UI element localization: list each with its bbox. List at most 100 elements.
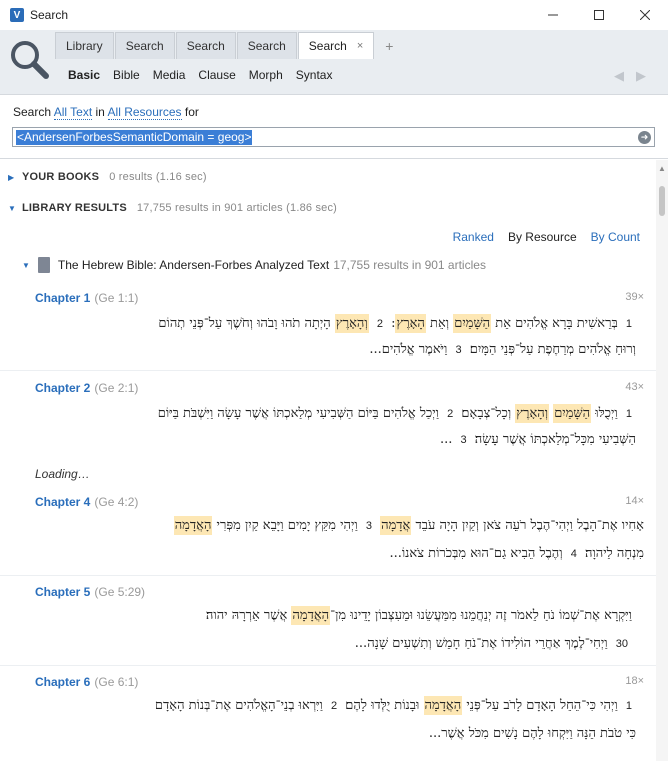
verse-text: וַיְהִי כִּי־הֵחֵל הָאָדָם לָרֹב עַל־פְּ… (462, 698, 622, 713)
verse-text: וַיִּרְאוּ בְנֵי־הָאֱלֹהִים אֶת־בְּנוֹת … (154, 698, 328, 713)
hebrew-line: כִּי טֹבֹת הֵנָּה וַיִּקְחוּ לָהֶם נָשִׁ… (16, 725, 636, 741)
search-query-text[interactable]: <AndersenForbesSemanticDomain = geog> (16, 130, 253, 145)
verse-number: 3 (455, 344, 462, 356)
results-pane: ▶ YOUR BOOKS 0 results (1.16 sec) ▼ LIBR… (0, 160, 668, 761)
hit-count: 39× (625, 291, 644, 303)
minimize-button[interactable] (530, 0, 576, 30)
verse-text: וַיְכַל אֱלֹהִים בַּיּוֹם הַשְּׁבִיעִי מ… (157, 406, 444, 421)
chapter-link[interactable]: Chapter 2 (Ge 2:1) (35, 381, 138, 395)
search-hit-highlight[interactable]: הַשָּׁמַיִם (453, 314, 492, 333)
scroll-thumb[interactable] (659, 186, 665, 216)
search-hit-highlight[interactable]: הָאֲדָמָה (423, 696, 463, 715)
search-hit-highlight[interactable]: הַשָּׁמַיִם (553, 404, 592, 423)
resource-scope-dropdown[interactable]: All Resources (107, 105, 182, 120)
book-icon (37, 257, 50, 273)
scroll-up-icon[interactable]: ▲ (658, 164, 666, 173)
resource-title[interactable]: The Hebrew Bible: Andersen-Forbes Analyz… (58, 258, 329, 272)
chapter-reference: (Ge 6:1) (94, 675, 139, 689)
maximize-button[interactable] (576, 0, 622, 30)
subtab-clause[interactable]: Clause (198, 68, 235, 82)
text-scope-dropdown[interactable]: All Text (53, 105, 93, 120)
panel-tabs: Library Search Search Search Search × + (55, 32, 403, 59)
tab-library[interactable]: Library (55, 32, 114, 59)
add-tab-button[interactable]: + (375, 32, 403, 59)
chapter-title: Chapter 2 (35, 381, 91, 395)
verse-text: וְרוּחַ אֱלֹהִים מְרַחֶפֶת עַל־פְּנֵי הַ… (465, 342, 636, 357)
results-scrollbar[interactable]: ▲ (656, 160, 668, 761)
subtab-bible[interactable]: Bible (113, 68, 140, 82)
hebrew-line: וְרוּחַ אֱלֹהִים מְרַחֶפֶת עַל־פְּנֵי הַ… (16, 341, 636, 357)
minimize-icon (548, 14, 558, 16)
hit-count: 14× (625, 495, 644, 507)
tab-label: Library (66, 39, 103, 53)
section-count: 17,755 results in 901 articles (1.86 sec… (136, 202, 338, 214)
sort-by-resource-link[interactable]: By Resource (508, 230, 577, 244)
verse-number: 2 (447, 408, 454, 420)
collapse-triangle-icon[interactable]: ▼ (22, 261, 30, 270)
expand-triangle-icon[interactable]: ▶ (8, 173, 18, 182)
chapter-reference: (Ge 2:1) (94, 381, 139, 395)
subtab-basic[interactable]: Basic (68, 68, 100, 82)
hebrew-line: 30 וַיְחִי־לֶמֶךְ אַחֲרֵי הוֹלִידוֹ אֶת־… (12, 635, 632, 651)
subtab-morph[interactable]: Morph (249, 68, 283, 82)
chapter-link[interactable]: Chapter 4 (Ge 4:2) (35, 495, 138, 509)
chapter-link[interactable]: Chapter 5 (Ge 5:29) (35, 585, 145, 599)
tab-close-icon[interactable]: × (357, 40, 363, 52)
tab-search-active[interactable]: Search × (297, 32, 375, 59)
verse-number: 2 (376, 318, 383, 330)
search-input[interactable]: <AndersenForbesSemanticDomain = geog> ➜ (12, 127, 655, 147)
sort-ranked-link[interactable]: Ranked (453, 230, 494, 244)
chapter-link[interactable]: Chapter 1 (Ge 1:1) (35, 291, 138, 305)
resource-header[interactable]: ▼ The Hebrew Bible: Andersen-Forbes Anal… (22, 257, 486, 273)
search-hit-highlight[interactable]: וְהָאָרֶץ (334, 314, 369, 333)
verse-text: כִּי טֹבֹת הֵנָּה וַיִּקְחוּ לָהֶם נָשִׁ… (428, 726, 636, 741)
verse-text: בְּרֵאשִׁית בָּרָא אֱלֹהִים אֵת (491, 316, 622, 331)
search-hit-highlight[interactable]: הָאָרֶץ (395, 314, 426, 333)
verse-text: מִנְחָה לַיהוָה׃ (580, 546, 644, 561)
window-title: Search (30, 8, 69, 22)
search-hit-highlight[interactable]: אֲדָמָה (380, 516, 412, 535)
back-arrow-icon[interactable]: ◀ (614, 68, 624, 84)
hebrew-line: אָחִיו אֶת־הָבֶל וַיְהִי־הֶבֶל רֹעֵה צֹא… (24, 516, 644, 535)
chapter-title: Chapter 5 (35, 585, 91, 599)
verse-text: וַיְכֻלּוּ (591, 406, 622, 421)
verse-text: הָיְתָה תֹהוּ וָבֹהוּ וְחֹשֶׁךְ עַל־פְּנ… (158, 316, 335, 331)
tab-search-3[interactable]: Search (236, 32, 297, 59)
verse-number: 1 (625, 408, 632, 420)
hit-count: 18× (625, 675, 644, 687)
search-hit-highlight[interactable]: וְהָאָרֶץ (515, 404, 550, 423)
search-icon[interactable] (8, 38, 52, 82)
search-go-icon[interactable]: ➜ (638, 131, 651, 144)
search-hit-highlight[interactable]: הָאֲדָמָה (173, 516, 213, 535)
your-books-header[interactable]: ▶ YOUR BOOKS 0 results (1.16 sec) (0, 164, 656, 190)
hebrew-line: 1 וַיְהִי כִּי־הֵחֵל הָאָדָם לָרֹב עַל־פ… (16, 696, 636, 715)
subtab-media[interactable]: Media (153, 68, 186, 82)
section-title: YOUR BOOKS (22, 171, 100, 183)
library-results-header[interactable]: ▼ LIBRARY RESULTS 17,755 results in 901 … (0, 195, 656, 221)
chapter-reference: (Ge 1:1) (94, 291, 139, 305)
hebrew-line: 1 בְּרֵאשִׁית בָּרָא אֱלֹהִים אֵת הַשָּׁ… (16, 314, 636, 333)
result-divider (0, 370, 656, 371)
hebrew-line: מִנְחָה לַיהוָה׃ 4 וְהֶבֶל הֵבִיא גַם־הו… (24, 545, 644, 561)
forward-arrow-icon[interactable]: ▶ (636, 68, 646, 84)
verse-number: 1 (625, 700, 632, 712)
collapse-triangle-icon[interactable]: ▼ (8, 204, 18, 213)
chapter-link[interactable]: Chapter 6 (Ge 6:1) (35, 675, 138, 689)
search-area: Search All Text in All Resources for <An… (0, 95, 668, 159)
tab-label: Search (186, 39, 225, 53)
verse-text: ... (439, 432, 457, 447)
verse-text: וַיֹּאמֶר אֱלֹהִים... (369, 342, 452, 357)
tab-search-1[interactable]: Search (114, 32, 175, 59)
search-scope-line: Search All Text in All Resources for (13, 105, 199, 120)
maximize-icon (594, 10, 604, 20)
close-window-button[interactable] (622, 0, 668, 30)
tab-search-2[interactable]: Search (175, 32, 236, 59)
search-toolbar: Library Search Search Search Search × + … (0, 30, 668, 95)
for-label: for (184, 105, 199, 119)
sort-by-count-link[interactable]: By Count (591, 230, 640, 244)
search-hit-highlight[interactable]: הָאֲדָמָה (291, 606, 331, 625)
subtab-syntax[interactable]: Syntax (296, 68, 333, 82)
chapter-reference: (Ge 5:29) (94, 585, 146, 599)
verse-text: וַיְחִי־לֶמֶךְ אַחֲרֵי הוֹלִידוֹ אֶת־נֹח… (354, 636, 612, 651)
verse-number: 3 (460, 434, 467, 446)
